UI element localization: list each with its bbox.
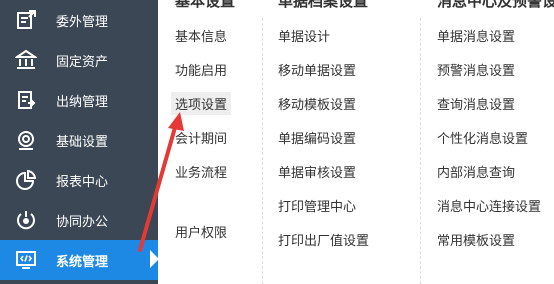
annotation-arrow: [138, 112, 184, 252]
